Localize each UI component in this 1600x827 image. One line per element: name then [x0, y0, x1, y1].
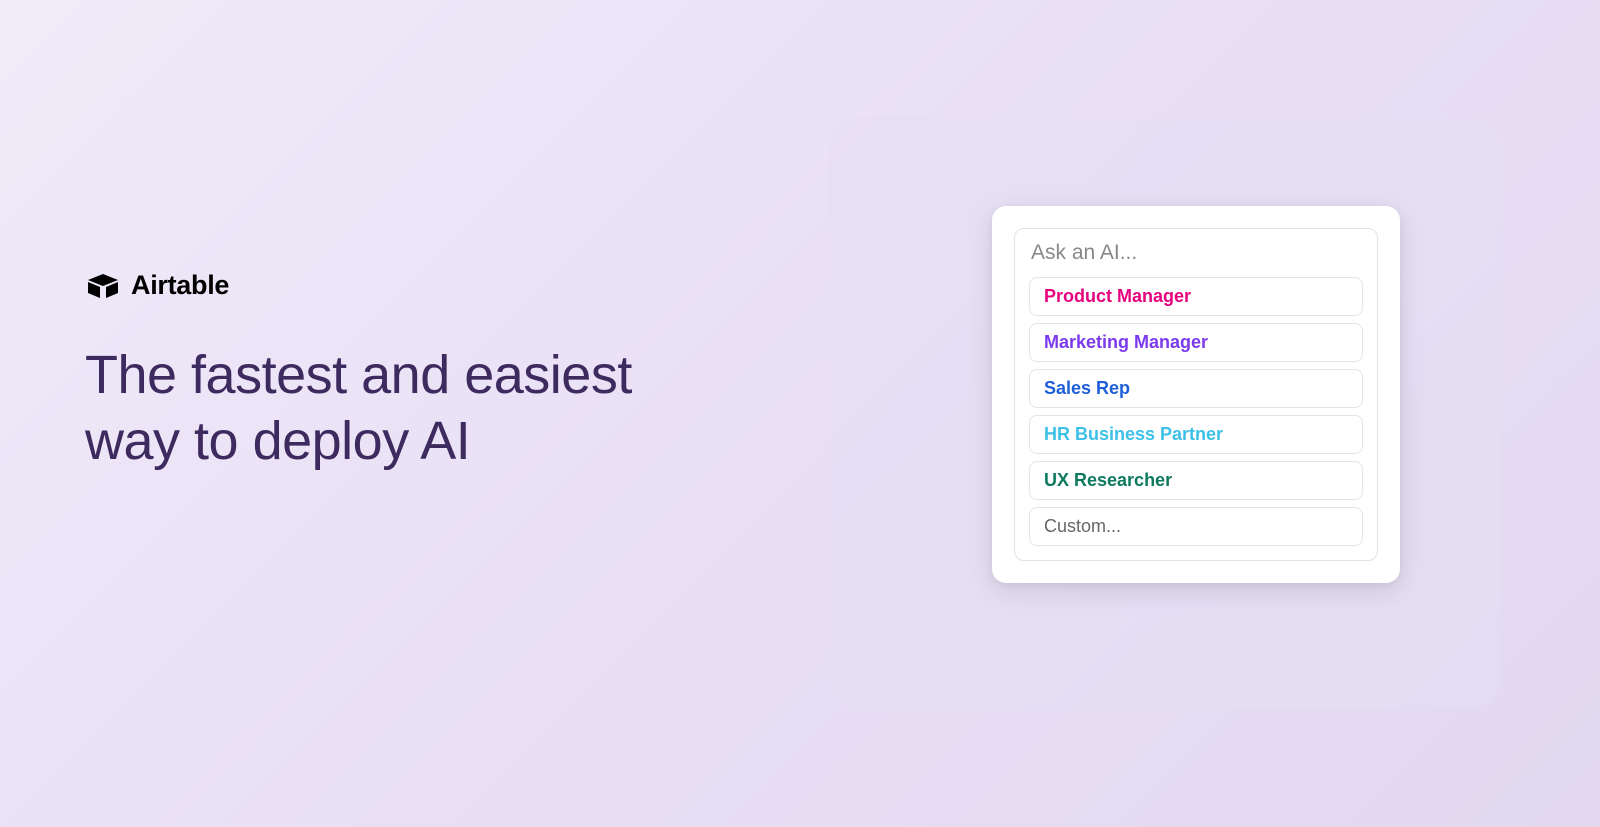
headline-line-2: way to deploy AI [85, 411, 470, 471]
role-option-sales-rep[interactable]: Sales Rep [1029, 369, 1363, 408]
brand-logo-row: Airtable [85, 270, 632, 301]
role-option-marketing-manager[interactable]: Marketing Manager [1029, 323, 1363, 362]
hero-left-content: Airtable The fastest and easiest way to … [85, 270, 632, 475]
ai-role-selector-card: Ask an AI... Product Manager Marketing M… [992, 206, 1400, 583]
role-option-custom[interactable]: Custom... [1029, 507, 1363, 546]
ai-input-placeholder[interactable]: Ask an AI... [1029, 241, 1363, 265]
role-option-hr-business-partner[interactable]: HR Business Partner [1029, 415, 1363, 454]
demo-panel-backdrop: Ask an AI... Product Manager Marketing M… [830, 118, 1500, 708]
ai-input-area: Ask an AI... Product Manager Marketing M… [1014, 228, 1378, 561]
page-headline: The fastest and easiest way to deploy AI [85, 343, 632, 475]
role-option-product-manager[interactable]: Product Manager [1029, 277, 1363, 316]
role-option-ux-researcher[interactable]: UX Researcher [1029, 461, 1363, 500]
brand-name: Airtable [131, 270, 229, 301]
headline-line-1: The fastest and easiest [85, 345, 632, 405]
airtable-logo-icon [85, 272, 121, 300]
role-option-list: Product Manager Marketing Manager Sales … [1029, 277, 1363, 546]
